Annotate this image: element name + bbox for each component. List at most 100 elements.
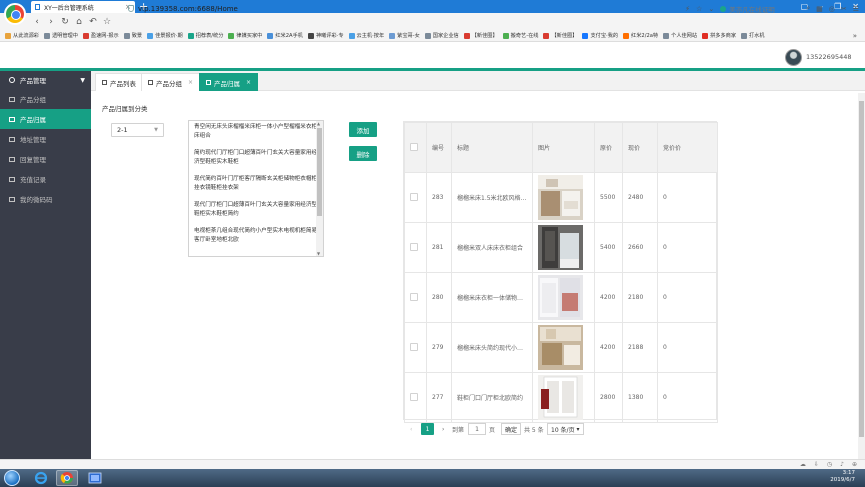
bookmark-item[interactable]: 搬奇艺-在线 (502, 32, 538, 39)
list-item[interactable]: 青空闲无床头床榴榴米床柜一体小户型榴榴米衣柜床组合 (189, 121, 323, 147)
content-tab[interactable]: 产品列表 (95, 73, 143, 91)
start-button-icon[interactable] (4, 470, 20, 486)
list-item[interactable]: 简约现代门厅柜门口超薄百叶门玄关大容量家用经济型鞋柜实木鞋柜 (189, 147, 323, 173)
cloud-icon[interactable]: ☁ (800, 461, 806, 468)
prev-page-button[interactable]: ‹ (410, 423, 412, 435)
apps-icon[interactable]: ▦ (816, 5, 823, 13)
bookmark-item[interactable]: 盈速网-报示 (82, 32, 119, 39)
page-size-select[interactable]: 10 条/页 ▾ (547, 423, 584, 435)
sidebar-item[interactable]: 地址管理 (0, 129, 91, 149)
column-header-title[interactable]: 标题 (451, 122, 533, 173)
browser-tab[interactable]: XY一后台管理系统 × (31, 1, 135, 13)
column-header-bid-price[interactable]: 竞价价 (657, 122, 718, 173)
bookmark-item[interactable]: 个人佳网站 (663, 32, 697, 39)
audio-icon[interactable]: ♪ (840, 461, 844, 468)
column-header-current-price[interactable]: 现价 (622, 122, 658, 173)
row-checkbox[interactable] (410, 292, 418, 301)
undo-icon[interactable]: ↶ (86, 17, 100, 27)
app-taskbar-icon[interactable] (84, 470, 106, 486)
bookmark-item[interactable]: 拼多多商家 (702, 32, 736, 39)
address-bar[interactable]: vip.139358.com:6688/Home (128, 2, 238, 15)
download-icon[interactable]: ⇩ (814, 461, 819, 468)
row-checkbox[interactable] (410, 242, 418, 251)
column-header-original-price[interactable]: 原价 (594, 122, 623, 173)
product-thumbnail[interactable] (538, 325, 583, 370)
add-button[interactable]: 添加 (349, 122, 377, 137)
next-page-button[interactable]: › (442, 423, 444, 435)
bookmark-item[interactable]: 佳景报价·期 (147, 32, 183, 39)
browser-logo-icon[interactable] (4, 3, 26, 25)
row-checkbox[interactable] (410, 342, 418, 351)
current-page[interactable]: 1 (421, 423, 434, 435)
list-item[interactable]: 电视柜茶几组合现代简约小户型实木电视机柜简易客厅卧室地柜北欧 (189, 225, 323, 251)
table-row[interactable]: 280 榴榴米床衣柜一体储物床组合 4200 2180 0 (404, 272, 718, 323)
home-icon[interactable]: ⌂ (72, 17, 86, 27)
product-thumbnail[interactable] (538, 375, 583, 420)
confirm-page-button[interactable]: 确定 (501, 423, 522, 435)
avatar[interactable] (785, 49, 802, 66)
page-scrollbar[interactable] (858, 93, 865, 459)
goto-page-input[interactable]: 1 (468, 423, 486, 435)
list-item[interactable]: 现代简约百叶门厅柜客厅隔断玄关柜储物柜衣帽柜挂衣镜鞋柜挂衣架 (189, 173, 323, 199)
lightning-icon[interactable]: ⚡ (685, 5, 690, 13)
column-header-image[interactable]: 图片 (532, 122, 595, 173)
bookmark-item[interactable]: 【新佳圈】 (463, 32, 498, 39)
back-icon[interactable]: ‹ (30, 17, 44, 27)
reload-icon[interactable]: ↻ (58, 17, 72, 27)
sidebar-item[interactable]: 充值记录 (0, 169, 91, 189)
more-bookmarks-icon[interactable]: » (853, 30, 857, 41)
scroll-down-icon[interactable]: ▼ (317, 251, 320, 256)
row-checkbox[interactable] (410, 192, 418, 201)
table-row[interactable]: 283 榴榴米床1.5米北欧风格全实木 5500 2480 0 (404, 172, 718, 223)
listbox-scroll-thumb[interactable] (317, 128, 322, 216)
star-icon[interactable]: ☆ (100, 17, 114, 27)
table-row[interactable]: 281 榴榴米双人床床衣柜组合 5400 2660 0 (404, 222, 718, 273)
menu-icon[interactable]: ☰ (853, 5, 859, 13)
bookmark-item[interactable]: 神曦评彩·专 (307, 32, 344, 39)
page-scroll-thumb[interactable] (859, 101, 864, 437)
search-box[interactable]: 美亦凡在线证明 (720, 4, 800, 14)
column-header-id[interactable]: 编号 (426, 122, 452, 173)
list-item[interactable]: 现代门厅柜门口超薄百叶门玄关大容量家用经济型鞋柜实木鞋柜简约 (189, 199, 323, 225)
ie-taskbar-icon[interactable] (30, 470, 52, 486)
delete-button[interactable]: 删除 (349, 146, 377, 161)
bookmark-item[interactable]: 透明管理中 (43, 32, 78, 39)
sidebar-item[interactable]: 我的微码码 (0, 189, 91, 209)
tools-icon[interactable]: ✂ (841, 5, 847, 13)
bookmark-item[interactable]: 招荐表/统分 (187, 32, 223, 39)
extension-icon[interactable]: ◎ (829, 5, 835, 13)
category-select[interactable]: 2-1 ▼ (111, 123, 164, 137)
close-tab-icon[interactable]: × (246, 79, 251, 86)
close-tab-icon[interactable]: × (188, 79, 193, 86)
sidebar-item[interactable]: 产品分组 (0, 89, 91, 109)
bookmark-item[interactable]: 【新佳圈】 (543, 32, 577, 39)
favorite-icon[interactable]: ☆ (696, 5, 702, 13)
bookmark-item[interactable]: 紫宝哥-女 (389, 32, 420, 39)
product-thumbnail[interactable] (538, 175, 583, 220)
sidebar-item[interactable]: 回复管理 (0, 149, 91, 169)
bookmark-item[interactable]: 红米2/2a特 (623, 32, 658, 39)
speed-icon[interactable]: ◷ (827, 461, 832, 468)
bookmark-item[interactable]: 致景 (123, 32, 142, 39)
content-tab[interactable]: 产品分组 × (141, 73, 201, 91)
sidebar-group-product-management[interactable]: 产品管理 ▼ (0, 71, 91, 89)
scroll-up-icon[interactable]: ▲ (317, 121, 320, 126)
bookmark-item[interactable]: 支付宝·我的 (582, 32, 618, 39)
dropdown-icon[interactable]: ⌄ (708, 5, 714, 13)
bookmark-item[interactable]: 国家企业信 (424, 32, 459, 39)
user-phone[interactable]: 13522695448 (806, 53, 852, 61)
listbox-scrollbar[interactable]: ▲ ▼ (316, 121, 323, 256)
system-tray[interactable]: 3:17 2019/6/7 (830, 470, 855, 484)
sidebar-item[interactable]: 产品归属 (0, 109, 91, 129)
bookmark-item[interactable]: 云主机·按年 (348, 32, 384, 39)
product-thumbnail[interactable] (538, 225, 583, 270)
search-icon[interactable]: ⌕ (806, 4, 810, 13)
select-all-checkbox[interactable] (410, 142, 418, 151)
table-row[interactable]: 279 榴榴米床头简约现代小户型 4200 2188 0 (404, 322, 718, 373)
content-tab[interactable]: 产品归属 × (199, 73, 259, 91)
bookmark-item[interactable]: 律媒买家中 (228, 32, 262, 39)
bookmark-item[interactable]: 从此流源彩 (5, 32, 39, 39)
row-checkbox[interactable] (410, 392, 418, 401)
table-row[interactable]: 277 鞋柜门口门厅柜北欧简约 2800 1380 0 (404, 372, 718, 423)
zoom-icon[interactable]: ⊕ (852, 461, 857, 468)
